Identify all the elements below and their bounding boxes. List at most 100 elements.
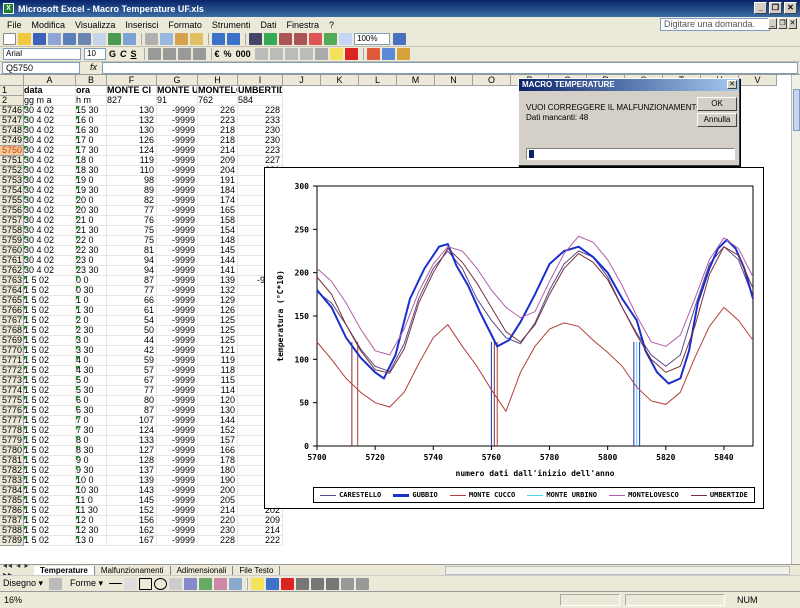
time-cell[interactable]: 18 30 [76,166,107,176]
value-cell[interactable]: -9999 [157,196,198,206]
value-cell[interactable]: 152 [198,426,238,436]
macro-icon[interactable] [339,33,352,45]
date-cell[interactable]: 1 5 02 [24,346,76,356]
value-cell[interactable]: 132 [198,286,238,296]
tools-icon[interactable] [396,48,410,60]
header-cell-ora[interactable]: ora [76,86,107,96]
menu-item-file[interactable]: File [2,20,27,30]
time-cell[interactable]: 1 0 [76,296,107,306]
time-cell[interactable]: 16 0 [76,116,107,126]
value-cell[interactable]: -9999 [157,256,198,266]
value-cell[interactable]: 174 [198,196,238,206]
value-cell[interactable]: 145 [198,246,238,256]
date-cell[interactable]: 30 4 02 [24,126,76,136]
date-cell[interactable]: 30 4 02 [24,166,76,176]
value-cell[interactable]: 141 [198,266,238,276]
undo-icon[interactable] [212,33,225,45]
value-cell[interactable]: 143 [107,486,157,496]
draw-font-color-icon[interactable] [281,577,295,590]
email-icon[interactable] [63,33,76,45]
sort-ascending-icon[interactable] [279,33,292,45]
time-cell[interactable]: 9 30 [76,466,107,476]
time-cell[interactable]: 22 0 [76,236,107,246]
column-header-j[interactable]: J [283,75,321,86]
value-cell[interactable]: -9999 [157,536,198,546]
date-cell[interactable]: 1 5 02 [24,316,76,326]
value-cell[interactable]: -9999 [157,516,198,526]
value-cell[interactable]: -9999 [157,316,198,326]
menu-item-strumenti[interactable]: Strumenti [207,20,256,30]
oval-icon[interactable] [154,577,168,590]
time-cell[interactable]: 2 0 [76,316,107,326]
temperature-chart[interactable]: 0 50 100 150 200 250 300 5700 5720 5740 5760 5780 58… [264,167,764,509]
dash-style-icon[interactable] [311,577,325,590]
value-cell[interactable]: 98 [107,176,157,186]
time-cell[interactable]: 4 0 [76,356,107,366]
value-cell[interactable]: -9999 [157,396,198,406]
value-cell[interactable]: 144 [198,256,238,266]
forme-menu[interactable]: Forme ▾ [70,578,103,589]
value-cell[interactable]: 124 [107,426,157,436]
paste-icon[interactable] [175,33,188,45]
tab-temperature[interactable]: Temperature [34,565,95,575]
date-cell[interactable]: 30 4 02 [24,256,76,266]
increase-decimal-icon[interactable] [254,48,268,60]
value-cell[interactable]: -9999 [157,116,198,126]
column-header-i[interactable]: I [238,75,283,86]
date-cell[interactable]: 1 5 02 [24,306,76,316]
value-cell[interactable]: 209 [238,516,283,526]
value-cell[interactable]: 190 [198,476,238,486]
column-header-n[interactable]: N [435,75,473,86]
value-cell[interactable]: -9999 [157,356,198,366]
value-cell[interactable]: -9999 [157,146,198,156]
date-cell[interactable]: 1 5 02 [24,356,76,366]
value-cell[interactable]: 178 [198,456,238,466]
picture-icon[interactable] [229,577,243,590]
value-cell[interactable]: 107 [107,416,157,426]
borders-icon[interactable] [314,48,328,60]
line-icon[interactable] [109,583,123,584]
time-cell[interactable]: 20 0 [76,196,107,206]
new-icon[interactable] [3,33,16,45]
time-cell[interactable]: 11 30 [76,506,107,516]
time-cell[interactable]: 12 30 [76,526,107,536]
column-header-k[interactable]: K [321,75,359,86]
open-icon[interactable] [18,33,31,45]
header-cell-monte-ui[interactable]: MONTE UI [157,86,198,96]
cut-icon[interactable] [145,33,158,45]
value-cell[interactable]: -9999 [157,296,198,306]
time-cell[interactable]: 1 30 [76,306,107,316]
time-cell[interactable]: 3 30 [76,346,107,356]
time-cell[interactable]: 2 30 [76,326,107,336]
decrease-decimal-icon[interactable] [269,48,283,60]
value-cell[interactable]: -9999 [157,496,198,506]
close-button[interactable]: ✕ [784,2,797,14]
value-cell[interactable]: 233 [238,116,283,126]
date-cell[interactable]: 1 5 02 [24,276,76,286]
menu-item-dati[interactable]: Dati [255,20,281,30]
rectangle-icon[interactable] [139,577,153,590]
menu-item-finestra[interactable]: Finestra [281,20,324,30]
value-cell[interactable]: 158 [198,216,238,226]
column-header-m[interactable]: M [397,75,435,86]
value-cell[interactable]: 126 [198,306,238,316]
value-cell[interactable]: 77 [107,386,157,396]
font-color-icon[interactable] [344,48,358,60]
bold-button[interactable]: G [109,49,116,59]
value-cell[interactable]: 59 [107,356,157,366]
value-cell[interactable]: 81 [107,246,157,256]
value-cell[interactable]: 133 [107,436,157,446]
value-cell[interactable]: 145 [107,496,157,506]
header-cell-umbertide[interactable]: UMBERTIDE [238,86,283,96]
time-cell[interactable]: 21 30 [76,226,107,236]
value-cell[interactable]: 214 [238,526,283,536]
time-cell[interactable]: 12 0 [76,516,107,526]
value-cell[interactable]: -9999 [157,166,198,176]
date-cell[interactable]: 30 4 02 [24,176,76,186]
doc-close-button[interactable]: ✕ [788,18,797,29]
value-cell[interactable]: -9999 [157,176,198,186]
autosum-icon[interactable] [264,33,277,45]
value-cell[interactable]: 94 [107,256,157,266]
value-cell[interactable]: -9999 [157,336,198,346]
value-cell[interactable]: 76 [107,216,157,226]
